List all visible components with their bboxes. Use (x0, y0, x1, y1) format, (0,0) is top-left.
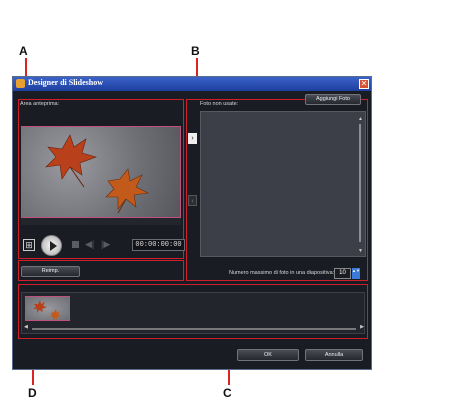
scroll-up-icon[interactable]: ▲ (358, 116, 363, 122)
scroll-thumb[interactable] (359, 124, 361, 242)
max-photos-label: Numero massimo di foto in una diapositiv… (229, 270, 335, 276)
play-button[interactable] (41, 235, 62, 256)
unused-photos-list[interactable]: ▲ ▼ (200, 111, 366, 257)
max-photos-input[interactable]: 10 (334, 268, 351, 279)
callout-c: C (223, 386, 232, 400)
unused-photos-label: Foto non usate: (200, 101, 239, 107)
preview-image (21, 126, 181, 218)
max-photos-stepper[interactable]: ▲▼ (352, 268, 360, 279)
storyboard-scrollbar[interactable]: ◀ ▶ (24, 324, 364, 331)
move-to-unused-button[interactable]: › (188, 133, 197, 144)
ok-button[interactable]: OK (237, 349, 299, 361)
close-button[interactable]: ✕ (359, 79, 369, 89)
add-photo-button[interactable]: Aggiungi Foto (305, 94, 361, 105)
window-title: Designer di Slideshow (28, 78, 103, 87)
storyboard-scroll-track[interactable] (32, 328, 356, 330)
move-to-storyboard-button[interactable]: ‹ (188, 195, 197, 206)
cancel-button[interactable]: Annulla (305, 349, 363, 361)
next-frame-button[interactable]: |▶ (101, 239, 110, 250)
app-icon (16, 79, 25, 88)
scroll-right-icon[interactable]: ▶ (360, 324, 364, 330)
grid-icon[interactable]: ⊞ (23, 239, 35, 251)
reset-button[interactable]: Reimp. (21, 266, 80, 277)
storyboard: ◀ ▶ (21, 292, 365, 334)
previous-frame-button[interactable]: ◀| (85, 239, 94, 250)
callout-d: D (28, 386, 37, 400)
stop-button[interactable] (72, 241, 79, 248)
scroll-left-icon[interactable]: ◀ (24, 324, 28, 330)
preview-label: Area anteprima: (20, 101, 60, 107)
slideshow-designer-window: Designer di Slideshow ✕ Area anteprima: … (12, 76, 372, 370)
timecode-display: 00:00:00:00 (132, 239, 185, 251)
scroll-down-icon[interactable]: ▼ (358, 248, 363, 254)
photo-list-scrollbar[interactable]: ▲ ▼ (358, 116, 363, 254)
callout-a: A (19, 44, 28, 58)
slide-thumbnail[interactable] (25, 296, 70, 321)
playback-controls: ⊞ ◀| |▶ 00:00:00:00 (21, 235, 185, 256)
maple-leaves-image (45, 134, 149, 214)
maple-leaves-thumbnail (33, 300, 61, 320)
preview-bottom-bar (21, 218, 181, 225)
title-bar: Designer di Slideshow ✕ (13, 77, 371, 91)
callout-b: B (191, 44, 200, 58)
